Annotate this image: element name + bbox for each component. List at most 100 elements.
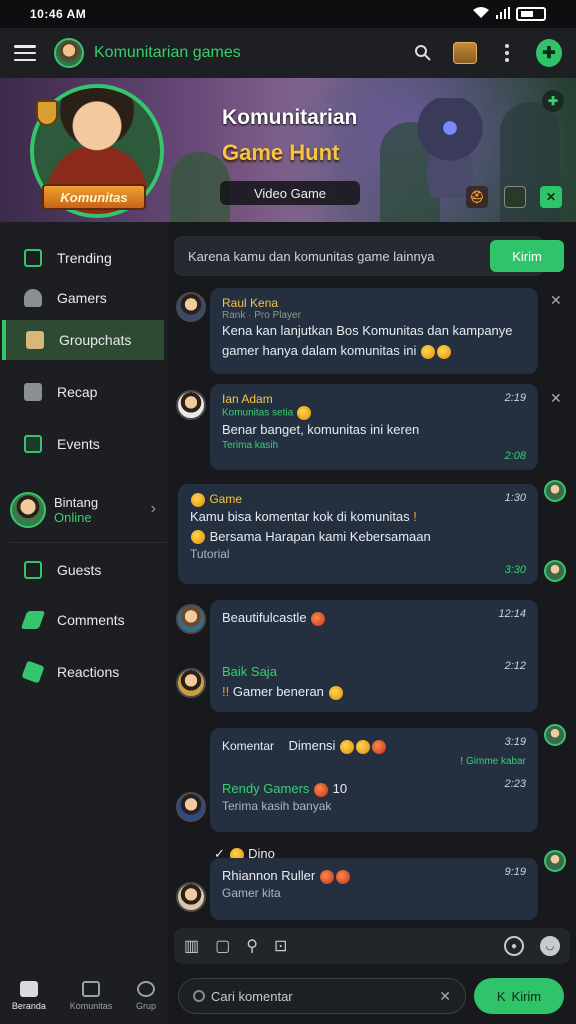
group-icon [137, 981, 156, 997]
sidebar-item-label: Reactions [57, 664, 120, 680]
send-button[interactable]: K Kirim [474, 978, 564, 1014]
hero-label: Komunitas [42, 184, 146, 210]
emoji-icon [335, 869, 350, 884]
search-icon[interactable] [410, 40, 436, 66]
banner-category-pill[interactable]: Video Game [220, 181, 360, 205]
avatar[interactable] [544, 724, 566, 746]
avatar[interactable] [176, 390, 206, 420]
message-author: Rhiannon Ruller [222, 866, 526, 886]
tab-community[interactable]: Komunitas [70, 981, 112, 1011]
status-bar: 10:46 AM [0, 0, 576, 28]
message-bubble[interactable]: Komentar Dimensi 3:19 ! Gimme kabar 2:23… [210, 728, 538, 832]
book-icon[interactable]: ▢ [215, 936, 230, 956]
message-bubble[interactable]: Raul Kena Rank · Pro Player Kena kan lan… [210, 288, 538, 374]
close-icon[interactable]: ✕ [550, 292, 562, 309]
avatar[interactable] [544, 560, 566, 582]
avatar[interactable] [176, 882, 206, 912]
menu-icon[interactable] [14, 45, 36, 61]
avatar[interactable] [176, 604, 206, 634]
card-icon [81, 981, 100, 997]
message-meta: Rank · Pro Player [222, 310, 301, 321]
search-icon [193, 990, 205, 1002]
emoji-icon [191, 530, 205, 545]
treasure-chest-icon[interactable] [452, 40, 478, 66]
sidebar-item-gamers[interactable]: Gamers [0, 278, 168, 318]
message-body: Kamu bisa komentar kok di komunitas ! [190, 508, 417, 524]
message-time: 2:19 [504, 392, 526, 404]
message-meta: ! Gimme kabar [460, 756, 526, 767]
comment-input[interactable] [211, 988, 440, 1004]
emoji-icon [311, 611, 326, 626]
message-author-2: Baik Saja [222, 664, 277, 679]
message-time: 2:08 [504, 450, 526, 462]
tab-group[interactable]: Grup [136, 981, 156, 1011]
close-box-icon[interactable]: ✕ [540, 186, 562, 208]
emoji-icon [191, 492, 205, 507]
sidebar-item-comments[interactable]: Comments [0, 600, 168, 640]
clear-icon[interactable]: ✕ [439, 988, 451, 1005]
app-title: Komunitarian games [94, 44, 241, 61]
message-footer: Terima kasih [222, 440, 279, 451]
cap-icon[interactable]: ⛑ [466, 186, 488, 208]
avatar[interactable] [544, 480, 566, 502]
more-options-icon[interactable] [494, 40, 520, 66]
message-body: Kena kan lanjutkan Bos Komunitas dan kam… [222, 323, 513, 359]
tab-label: Grup [136, 1001, 157, 1011]
avatar[interactable] [176, 292, 206, 322]
message-author: Ian Adam [222, 392, 273, 406]
gamepad-icon[interactable]: ⊡ [274, 936, 287, 956]
sidebar-item-events[interactable]: Events [0, 424, 168, 464]
message-time: 2:23 [504, 778, 526, 790]
chevron-right-icon[interactable]: › [151, 500, 156, 518]
sidebar-item-label: Trending [57, 250, 112, 266]
avatar[interactable] [176, 668, 206, 698]
banner-title: Komunitarian [222, 106, 358, 129]
bottom-nav: Beranda Komunitas Grup [0, 968, 168, 1024]
emoji-icon [356, 739, 371, 754]
battery-icon [516, 7, 546, 21]
smile-icon[interactable]: ◡ [540, 936, 560, 956]
message-author: Raul Kena [222, 296, 279, 310]
message-author: Game [190, 492, 526, 507]
home-icon [19, 981, 38, 997]
emoji-icon [340, 739, 355, 754]
app-avatar[interactable] [54, 38, 84, 68]
message-body: Benar banget, komunitas ini keren [222, 422, 420, 437]
topic-send-button[interactable]: Kirim [490, 240, 564, 272]
message-body-2: Bersama Harapan kami Kebersamaan [190, 527, 526, 547]
sidebar-item-label: Recap [57, 384, 98, 400]
sidebar-item-trending[interactable]: Trending [0, 238, 168, 278]
controller-icon: ✚ [536, 39, 562, 67]
emoji-icon [372, 739, 387, 754]
message-bubble[interactable]: Game 1:30 Kamu bisa komentar kok di komu… [178, 484, 538, 584]
message-bubble[interactable]: Rhiannon Ruller 9:19 Gamer kita [210, 858, 538, 920]
home-icon [24, 249, 42, 267]
community-banner: Komunitas Komunitarian Game Hunt Video G… [0, 78, 576, 222]
profile-card[interactable]: Bintang Online › [10, 480, 166, 540]
sidebar-item-groupchats[interactable]: Groupchats [2, 320, 164, 360]
tab-home[interactable]: Beranda [12, 981, 46, 1011]
player-thumbnail-icon[interactable] [504, 186, 526, 208]
sidebar-item-reactions[interactable]: Reactions [0, 652, 168, 692]
message-bubble[interactable]: Ian Adam 2:19 Komunitas setia Benar bang… [210, 384, 538, 470]
send-label: Kirim [511, 988, 542, 1004]
shield-badge-icon [36, 100, 58, 126]
sidebar-item-label: Groupchats [59, 332, 132, 348]
close-icon[interactable]: ✕ [550, 390, 562, 407]
game-controller-button[interactable]: ✚ [536, 39, 562, 67]
avatar[interactable] [544, 850, 566, 872]
record-icon[interactable]: ● [504, 936, 524, 956]
sidebar-item-recap[interactable]: Recap [0, 372, 168, 412]
sidebar-item-guests[interactable]: Guests [0, 550, 168, 590]
profile-name: Bintang [54, 495, 99, 510]
chat-panel: Karena kamu dan komunitas game lainnya K… [168, 222, 576, 968]
controller-badge-icon[interactable]: ✚ [542, 90, 564, 112]
search-icon[interactable]: ⚲ [246, 936, 258, 956]
message-body: Terima kasih banyak [222, 799, 332, 813]
emoji-icon [314, 782, 329, 797]
signal-icon [496, 6, 510, 22]
avatar[interactable] [176, 792, 206, 822]
monster-illustration [410, 98, 490, 198]
bar-chart-icon[interactable]: ▥ [184, 936, 199, 956]
message-bubble[interactable]: Beautifulcastle 12:14 2:12 Baik Saja !! … [210, 600, 538, 712]
